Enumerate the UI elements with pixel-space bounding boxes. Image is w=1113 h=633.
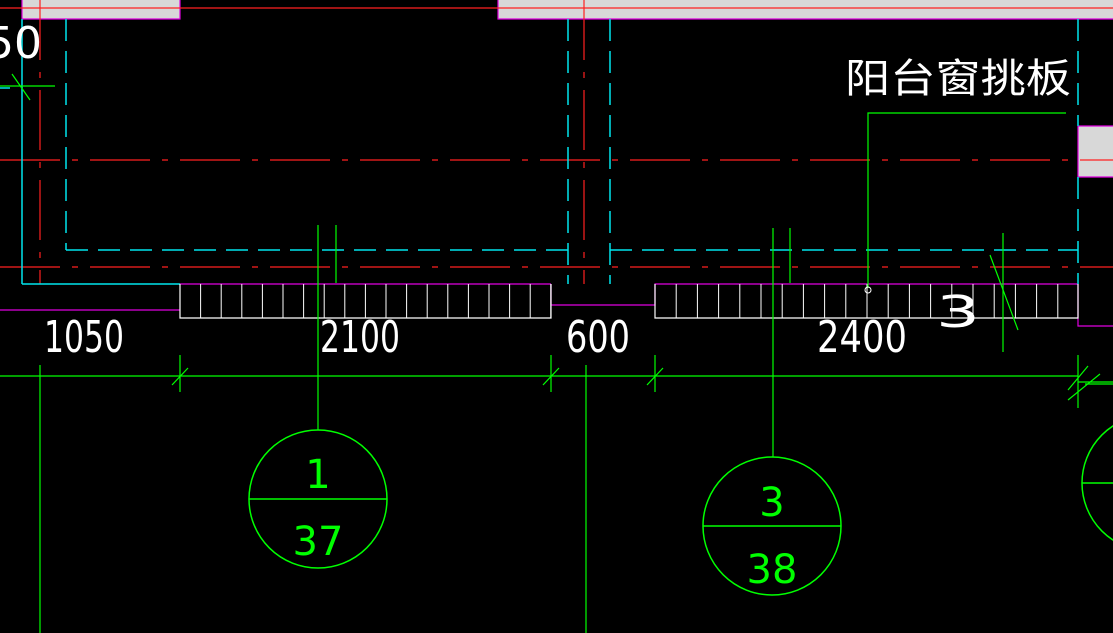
detail-marker-3-partial[interactable] (1081, 415, 1113, 551)
dimension-2100: 2100 (320, 312, 400, 363)
wall-fill-right (1078, 126, 1113, 177)
detail-marker-2[interactable]: 3 38 (702, 456, 842, 596)
axis-lines (0, 0, 1113, 284)
detail-marker-1-top: 1 (305, 452, 330, 498)
dimension-600: 600 (566, 312, 630, 363)
window-outline-lines (0, 0, 1113, 327)
section-mark: 3 (936, 287, 980, 338)
wall-fill-top-left (22, 0, 180, 19)
cad-drawing-canvas[interactable]: 阳台窗挑板 50 1050 2100 600 2400 3 1 37 3 38 (0, 0, 1113, 633)
annotation-leader (864, 112, 1066, 294)
dimension-2400: 2400 (817, 312, 907, 363)
detail-marker-1[interactable]: 1 37 (248, 429, 388, 569)
wall-fill-top-right (498, 0, 1113, 19)
detail-marker-2-bottom: 38 (747, 547, 798, 593)
left-edge-label: 50 (0, 18, 42, 69)
dimension-lines (0, 73, 1113, 633)
annotation-label: 阳台窗挑板 (845, 56, 1071, 102)
dimension-1050: 1050 (44, 312, 124, 363)
detail-marker-1-bottom: 37 (293, 519, 344, 565)
detail-marker-2-top: 3 (759, 480, 784, 526)
